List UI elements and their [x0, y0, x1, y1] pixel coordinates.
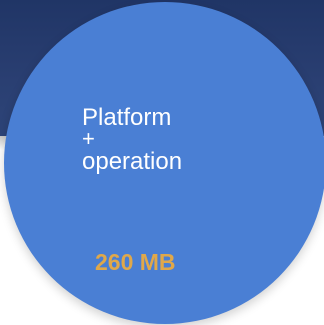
node-label-line-2: +	[82, 126, 95, 151]
node-label-line-3: operation	[82, 148, 183, 175]
node-label-line-1: Platform	[82, 104, 172, 131]
diagram-canvas: Platform + operation 260 MB	[0, 0, 324, 325]
node-size-value: 260 MB	[95, 249, 176, 275]
